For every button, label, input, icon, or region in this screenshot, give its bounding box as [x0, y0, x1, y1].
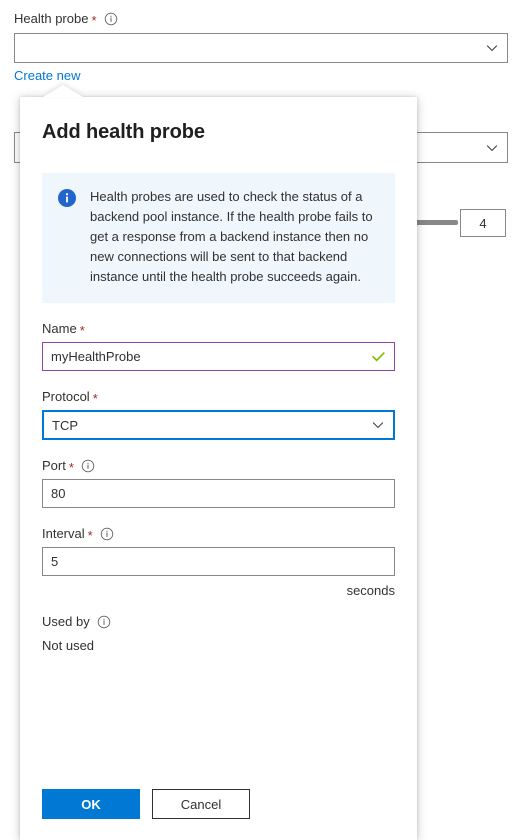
interval-input-value: 5 [51, 554, 59, 569]
name-field-row: Name * myHealthProbe [42, 321, 395, 371]
info-banner-text: Health probes are used to check the stat… [90, 189, 373, 284]
info-icon[interactable] [81, 459, 95, 473]
interval-unit-label: seconds [346, 583, 395, 598]
protocol-label: Protocol * [42, 389, 395, 405]
interval-input[interactable]: 5 [42, 547, 395, 576]
protocol-select-value: TCP [52, 417, 78, 433]
interval-label-text: Interval [42, 526, 85, 541]
interval-field-row: Interval * 5 seconds [42, 526, 395, 598]
protocol-label-text: Protocol [42, 389, 90, 404]
health-probe-label-text: Health probe [14, 11, 89, 26]
slider-number-input[interactable]: 4 [460, 209, 506, 237]
flyout-button-bar: OK Cancel [42, 789, 250, 819]
required-marker: * [92, 390, 98, 406]
protocol-field-row: Protocol * TCP [42, 389, 395, 440]
protocol-select[interactable]: TCP [42, 410, 395, 440]
port-input[interactable]: 80 [42, 479, 395, 508]
used-by-value: Not used [42, 638, 95, 653]
used-by-row: Used by Not used [42, 614, 395, 653]
required-marker: * [91, 12, 97, 28]
flyout-pointer-arrow [43, 85, 83, 97]
port-label: Port * [42, 458, 395, 474]
slider-track[interactable] [414, 220, 458, 225]
chevron-down-icon [485, 41, 499, 55]
chevron-down-icon [371, 418, 385, 432]
used-by-label: Used by [42, 614, 395, 630]
port-label-text: Port [42, 458, 66, 473]
flyout-title: Add health probe [42, 121, 205, 143]
required-marker: * [68, 459, 74, 475]
info-icon[interactable] [97, 615, 111, 629]
add-health-probe-flyout: Add health probe Health probes are used … [20, 85, 417, 840]
chevron-down-icon [485, 141, 499, 155]
health-probe-dropdown[interactable] [14, 33, 508, 63]
name-label: Name * [42, 321, 395, 337]
info-icon[interactable] [100, 527, 114, 541]
info-banner: Health probes are used to check the stat… [42, 173, 395, 303]
ok-button[interactable]: OK [42, 789, 140, 819]
info-filled-icon [58, 189, 76, 207]
checkmark-icon [371, 349, 386, 364]
interval-label: Interval * [42, 526, 395, 542]
port-field-row: Port * 80 [42, 458, 395, 508]
create-new-link[interactable]: Create new [14, 68, 80, 83]
cancel-button[interactable]: Cancel [152, 789, 250, 819]
required-marker: * [79, 322, 85, 338]
name-input[interactable]: myHealthProbe [42, 342, 395, 371]
used-by-label-text: Used by [42, 614, 90, 629]
info-icon[interactable] [104, 12, 118, 26]
name-input-value: myHealthProbe [51, 349, 141, 364]
name-label-text: Name [42, 321, 77, 336]
required-marker: * [87, 527, 93, 543]
port-input-value: 80 [51, 486, 66, 501]
health-probe-label: Health probe * [14, 11, 118, 27]
